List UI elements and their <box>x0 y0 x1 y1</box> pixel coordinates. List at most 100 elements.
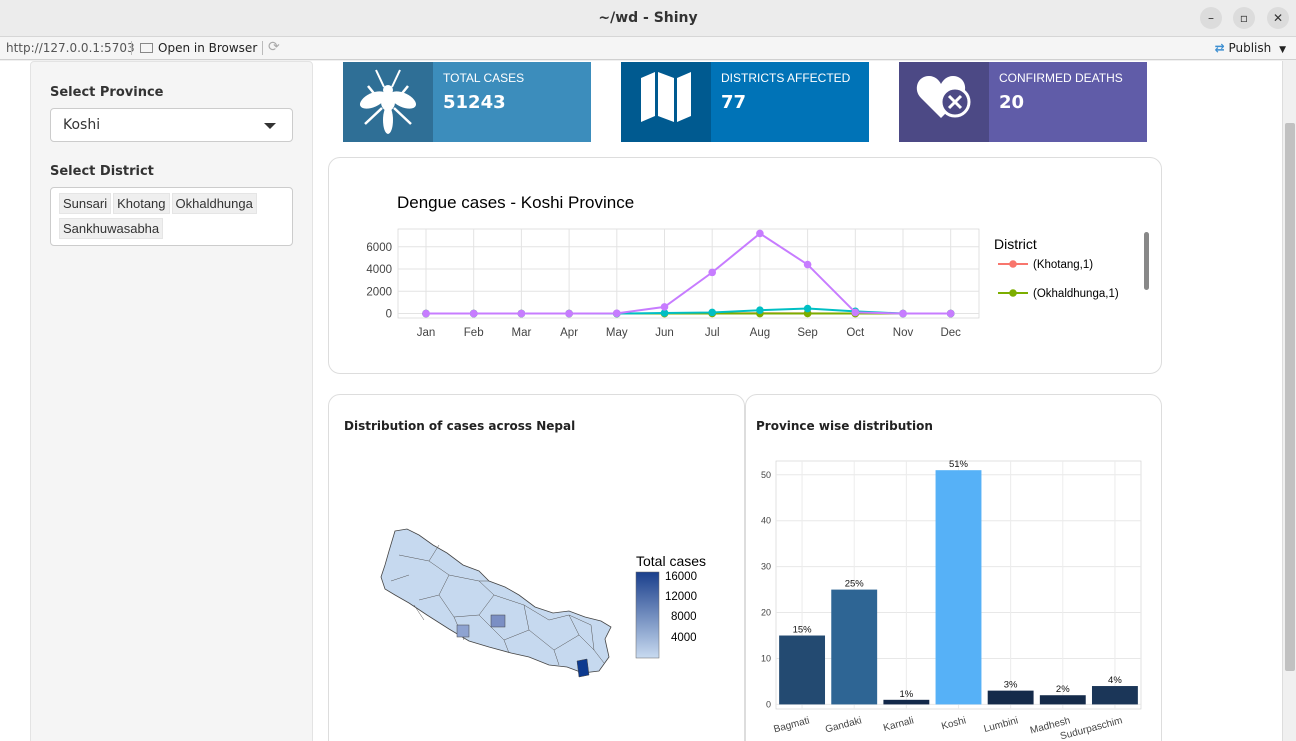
scrollbar-thumb[interactable] <box>1285 123 1295 671</box>
province-select[interactable]: Koshi <box>50 108 293 142</box>
legend-swatch <box>1009 289 1017 297</box>
province-value: Koshi <box>63 117 101 133</box>
app-page: Select Province Koshi Select District Su… <box>0 61 1282 741</box>
x-tick-label: Jul <box>705 327 720 339</box>
y-tick-label: 0 <box>766 699 771 709</box>
close-icon[interactable]: ✕ <box>1267 7 1289 29</box>
district-chip[interactable]: Okhaldhunga <box>171 193 257 214</box>
x-tick-label: Gandaki <box>824 715 863 735</box>
data-point <box>469 309 478 318</box>
districts-affected-value: 77 <box>721 92 747 113</box>
legend-tick: 8000 <box>671 611 697 623</box>
open-in-browser-button[interactable]: Open in Browser <box>140 41 257 55</box>
sidebar-panel: Select Province Koshi Select District Su… <box>30 61 313 741</box>
legend-label: (Khotang,1) <box>1033 259 1093 271</box>
data-point <box>708 308 716 317</box>
data-point <box>565 309 573 318</box>
x-tick-label: Bagmati <box>773 715 811 735</box>
bar-chart: 15% 25% 1% 51% 3% 2% 4% 0 10 20 30 40 50 Bagmati Gand… <box>761 459 1142 741</box>
legend-tick: 12000 <box>665 591 697 603</box>
x-tick-label: Karnali <box>882 715 915 734</box>
bar <box>779 635 826 705</box>
legend-colorbar <box>635 571 660 659</box>
y-tick-label: 6000 <box>366 242 392 254</box>
refresh-icon[interactable]: ⟳ <box>268 39 280 55</box>
toolbar-divider <box>262 41 263 55</box>
district-highlight <box>456 624 470 638</box>
legend-title: Total cases <box>636 553 706 569</box>
line-chart-card: Dengue cases - Koshi Province Jan Feb Mar A… <box>328 157 1162 374</box>
confirmed-deaths-label: CONFIRMED DEATHS <box>999 71 1123 85</box>
legend-tick: 16000 <box>665 571 697 583</box>
minimize-icon[interactable]: – <box>1200 7 1222 29</box>
data-point <box>803 304 812 313</box>
x-tick-label: Lumbini <box>983 715 1020 735</box>
data-point <box>851 308 860 317</box>
maximize-icon[interactable]: ▫ <box>1233 7 1255 29</box>
bar-label: 15% <box>793 625 813 636</box>
legend-title: District <box>994 236 1037 252</box>
x-tick-label: May <box>606 327 628 339</box>
data-point <box>899 309 907 318</box>
map-icon <box>621 62 711 142</box>
data-point <box>613 309 621 318</box>
window-titlebar: ~/wd - Shiny – ▫ ✕ <box>0 0 1296 37</box>
line-chart: Dengue cases - Koshi Province Jan Feb Mar A… <box>366 193 1149 339</box>
bar-label: 4% <box>1108 675 1122 686</box>
x-tick-label: Aug <box>750 327 770 339</box>
legend-swatch <box>1009 260 1017 268</box>
legend-label: (Okhaldhunga,1) <box>1033 288 1119 300</box>
districts-affected-box: DISTRICTS AFFECTED 77 <box>621 62 869 142</box>
url-text: http://127.0.0.1:5703 <box>6 41 135 55</box>
data-point <box>660 303 669 311</box>
data-point <box>708 268 716 277</box>
bar <box>935 470 982 705</box>
chart-grid <box>397 228 980 319</box>
bar-chart-card: Province wise distribution 15% 25% 1% 51% 3%… <box>745 394 1162 741</box>
x-tick-label: Sep <box>797 327 817 339</box>
total-cases-label: TOTAL CASES <box>443 71 525 85</box>
x-tick-label: Jun <box>655 327 674 339</box>
district-chip[interactable]: Khotang <box>113 193 170 214</box>
districts-affected-label: DISTRICTS AFFECTED <box>721 71 851 85</box>
x-tick-label: Apr <box>560 327 578 339</box>
bar <box>883 699 930 705</box>
bar-label: 51% <box>949 459 969 470</box>
district-label: Select District <box>50 164 154 179</box>
bar-label: 3% <box>1004 680 1018 691</box>
bar <box>1039 695 1086 705</box>
nepal-outline <box>380 528 612 674</box>
page-scrollbar[interactable] <box>1282 61 1296 741</box>
bar <box>1091 686 1138 705</box>
publish-button[interactable]: ⇄ Publish ▼ <box>1215 41 1286 55</box>
district-multiselect[interactable]: Sunsari Khotang Okhaldhunga Sankhuwasabha <box>50 187 293 246</box>
caret-down-icon <box>264 123 276 129</box>
x-tick-label: Jan <box>417 327 436 339</box>
district-chip[interactable]: Sankhuwasabha <box>59 218 164 239</box>
y-tick-label: 20 <box>761 608 771 618</box>
legend-tick: 4000 <box>671 632 697 644</box>
district-chip[interactable]: Sunsari <box>59 193 112 214</box>
chart-title: Dengue cases - Koshi Province <box>397 193 634 212</box>
mosquito-icon <box>343 62 433 142</box>
legend-scrollbar[interactable] <box>1144 232 1149 290</box>
y-tick-label: 0 <box>386 309 392 321</box>
x-tick-label: Oct <box>846 327 865 339</box>
y-tick-label: 30 <box>761 562 771 572</box>
chart-legend: (Khotang,1) (Okhaldhunga,1) <box>998 259 1119 300</box>
browser-icon <box>140 43 153 53</box>
bar-label: 25% <box>845 579 865 590</box>
toolbar-divider <box>131 41 132 55</box>
x-tick-label: Koshi <box>940 715 967 732</box>
x-tick-label: Dec <box>940 327 961 339</box>
y-tick-label: 40 <box>761 516 771 526</box>
y-tick-label: 10 <box>761 653 771 663</box>
chevron-down-icon: ▼ <box>1279 45 1286 55</box>
total-cases-box: TOTAL CASES 51243 <box>343 62 591 142</box>
confirmed-deaths-value: 20 <box>999 92 1025 113</box>
district-highlight <box>576 658 590 678</box>
data-point <box>803 260 812 269</box>
map-card: Distribution of cases across Nepal Total… <box>328 394 745 741</box>
viewer-toolbar: http://127.0.0.1:5703 Open in Browser ⟳ … <box>0 37 1296 60</box>
open-in-browser-label: Open in Browser <box>158 41 258 55</box>
